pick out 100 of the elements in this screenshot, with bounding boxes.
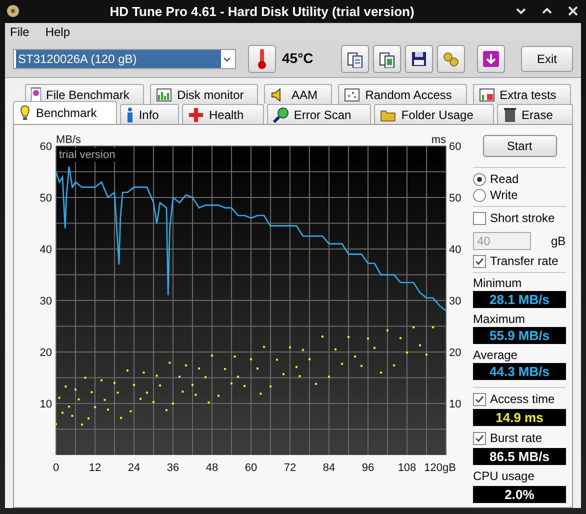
toolbar-button[interactable]: [373, 44, 401, 73]
watermark-text: trial version: [59, 149, 116, 161]
copy-image-icon: [378, 50, 396, 68]
temperature-reading: 45°C: [282, 49, 314, 68]
value-readout: 86.5 MB/s: [473, 448, 566, 465]
gears-icon: [442, 50, 460, 68]
access-time-point: [260, 392, 262, 395]
tab[interactable]: AAM: [264, 84, 332, 104]
trash-icon: [502, 106, 517, 122]
access-time-point: [78, 398, 80, 400]
axis-tick-label: 120gB: [424, 462, 456, 474]
access-time-point: [58, 396, 60, 399]
axis-tick-label: 48: [206, 462, 218, 474]
app-icon: [5, 3, 21, 20]
tab[interactable]: Health: [182, 104, 264, 124]
value-readout: 44.3 MB/s: [473, 363, 566, 380]
access-time-point: [234, 356, 236, 358]
access-time-point: [142, 372, 145, 374]
axis-tick-label: 50: [449, 192, 462, 204]
axis-tick-label: 60: [449, 141, 462, 153]
access-time-point: [84, 376, 86, 379]
axis-title: ms: [431, 134, 446, 146]
toolbar-button[interactable]: [405, 44, 433, 73]
info-icon: [126, 106, 134, 122]
magnifier-icon: [272, 106, 289, 122]
access-time-point: [116, 392, 119, 394]
axis-tick-label: 84: [322, 462, 336, 474]
axis-tick-label: 36: [166, 462, 180, 474]
axis-tick-label: 10: [40, 398, 52, 410]
checkbox[interactable]: [473, 254, 486, 268]
drive-dropdown[interactable]: ST3120026A (120 gB): [13, 48, 236, 69]
thermometer-icon: [257, 48, 267, 70]
radio-label: Read: [490, 171, 519, 188]
scatter-icon: [344, 86, 360, 102]
tab[interactable]: Extra tests: [472, 84, 571, 104]
axis-tick-label: 40: [40, 244, 52, 256]
bar-chart-icon: [156, 86, 172, 102]
document-icon: [31, 86, 41, 102]
toolbar-button[interactable]: [341, 44, 369, 73]
copy-text-icon: [346, 50, 364, 68]
value-readout: 28.1 MB/s: [473, 291, 566, 308]
access-time-point: [104, 398, 106, 401]
menu-item[interactable]: File: [10, 22, 30, 41]
field-label: Maximum: [473, 312, 526, 327]
tab[interactable]: Random Access: [338, 84, 467, 104]
axis-tick-label: 30: [40, 296, 52, 308]
menu-item[interactable]: Help: [45, 22, 70, 41]
axis-tick-label: 40: [449, 244, 462, 256]
radio-label: Write: [490, 187, 518, 204]
tab[interactable]: Folder Usage: [374, 104, 494, 124]
axis-tick-label: 60: [244, 462, 258, 474]
radio-button[interactable]: [473, 172, 486, 186]
radio-button[interactable]: [473, 188, 486, 202]
access-time-point: [156, 374, 158, 377]
access-time-point: [130, 410, 132, 412]
save-icon: [410, 50, 428, 68]
axis-tick-label: 108: [398, 462, 416, 474]
lightbulb-icon: [19, 105, 31, 121]
tab[interactable]: Error Scan: [266, 104, 372, 124]
access-time-point: [194, 394, 197, 396]
axis-tick-label: 30: [449, 296, 462, 308]
tab[interactable]: Erase: [496, 104, 574, 124]
field-label: CPU usage: [473, 469, 536, 484]
checkmark-icon: [475, 394, 484, 404]
checkbox-label: Burst rate: [490, 430, 542, 447]
window-title: HD Tune Pro 4.61 - Hard Disk Utility (trial version): [108, 2, 416, 21]
toolbar-button[interactable]: [477, 44, 505, 73]
chart-icon: [478, 86, 495, 102]
field-label: Average: [473, 348, 518, 363]
checkbox-label: Transfer rate: [490, 253, 558, 270]
axis-tick-label: 72: [284, 462, 296, 474]
checkbox-label: Access time: [490, 391, 555, 408]
start-button[interactable]: Start: [482, 135, 556, 157]
checkbox[interactable]: [473, 392, 486, 406]
axis-tick-label: 20: [449, 347, 462, 359]
access-time-point: [168, 362, 171, 364]
exit-button[interactable]: Exit: [521, 46, 573, 72]
access-time-point: [298, 375, 301, 378]
temperature-button[interactable]: [248, 44, 276, 73]
axis-tick-label: 10: [449, 398, 462, 410]
axis-tick-label: 0: [52, 462, 60, 474]
value-readout: 55.9 MB/s: [473, 327, 566, 344]
axis-tick-label: 24: [128, 462, 140, 474]
tab[interactable]: Disk monitor: [150, 84, 258, 104]
access-time-point: [90, 391, 93, 394]
checkmark-icon: [475, 256, 484, 266]
access-time-point: [208, 401, 210, 404]
axis-tick-label: 60: [40, 141, 52, 153]
checkmark-icon: [475, 434, 484, 442]
cross-icon: [188, 106, 204, 122]
field-label: Minimum: [473, 276, 523, 291]
axis-title: MB/s: [56, 134, 82, 146]
tab[interactable]: Benchmark: [13, 101, 117, 124]
access-time-point: [71, 414, 74, 417]
axis-tick-label: 96: [362, 462, 374, 474]
tab[interactable]: Info: [120, 104, 179, 124]
axis-tick-label: 12: [88, 462, 102, 474]
axis-tick-label: 50: [40, 192, 52, 204]
checkbox[interactable]: [473, 432, 486, 444]
unit-label: gB: [551, 233, 566, 250]
